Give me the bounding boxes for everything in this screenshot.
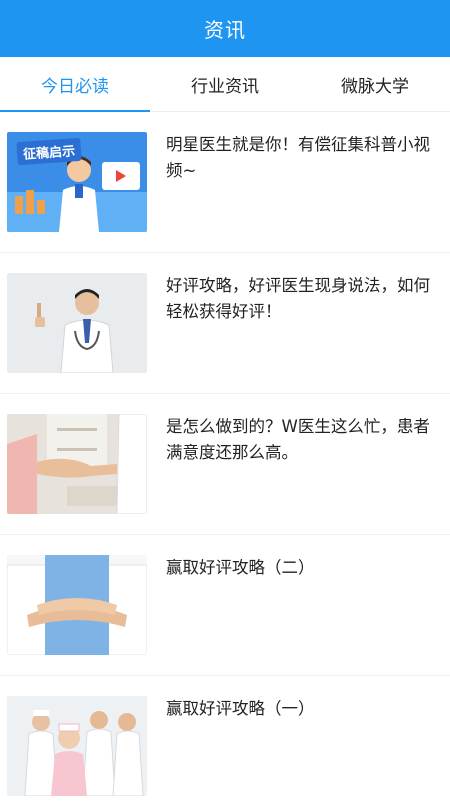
article-thumbnail-team-hands — [7, 555, 147, 655]
tab-bar: 今日必读 行业资讯 微脉大学 — [0, 57, 450, 112]
tab-industry-news[interactable]: 行业资讯 — [150, 57, 300, 111]
thumbnail-caption: 征稿启示 — [16, 137, 82, 166]
tab-today-must-read[interactable]: 今日必读 — [0, 57, 150, 112]
article-title: 赢取好评攻略（二） — [166, 558, 315, 577]
tab-label: 今日必读 — [41, 76, 109, 97]
article-title: 明星医生就是你！有偿征集科普小视频~ — [166, 135, 430, 180]
article-thumbnail-medical-team — [7, 696, 147, 796]
article-thumbnail-doctor-portrait — [7, 273, 147, 373]
article-thumbnail-doctor-cartoon: 征稿启示 — [7, 132, 147, 232]
article-thumbnail-handshake — [7, 414, 147, 514]
tab-weimai-university[interactable]: 微脉大学 — [300, 57, 450, 111]
article-item[interactable]: 好评攻略，好评医生现身说法，如何轻松获得好评！ — [0, 253, 450, 394]
article-item[interactable]: 征稿启示 明星医生就是你！有偿征集科普小视频~ — [0, 112, 450, 253]
tab-label: 微脉大学 — [341, 76, 409, 97]
article-title: 是怎么做到的？W医生这么忙，患者满意度还那么高。 — [166, 417, 430, 462]
article-list: 征稿启示 明星医生就是你！有偿征集科普小视频~ 好评攻略，好评医生现身说法，如何… — [0, 112, 450, 812]
top-header: 资讯 — [0, 0, 450, 57]
article-title: 好评攻略，好评医生现身说法，如何轻松获得好评！ — [166, 276, 430, 321]
article-title: 赢取好评攻略（一） — [166, 699, 315, 718]
page-title: 资讯 — [204, 18, 246, 42]
article-item[interactable]: 是怎么做到的？W医生这么忙，患者满意度还那么高。 — [0, 394, 450, 535]
article-item[interactable]: 赢取好评攻略（二） — [0, 535, 450, 676]
article-item[interactable]: 赢取好评攻略（一） — [0, 676, 450, 812]
tab-label: 行业资讯 — [191, 76, 259, 97]
